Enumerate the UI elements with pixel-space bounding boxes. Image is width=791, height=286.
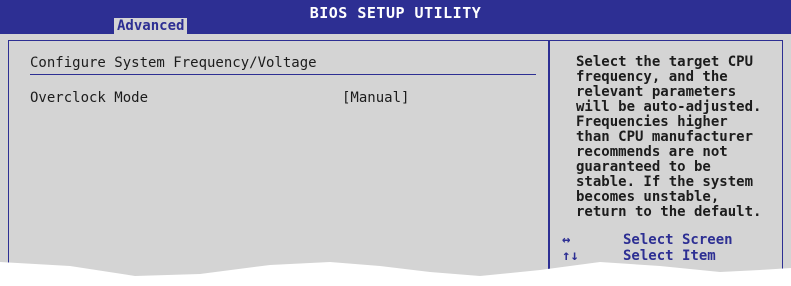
torn-edge bbox=[0, 262, 791, 286]
bios-screen: BIOS SETUP UTILITY Advanced Configure Sy… bbox=[0, 0, 791, 286]
